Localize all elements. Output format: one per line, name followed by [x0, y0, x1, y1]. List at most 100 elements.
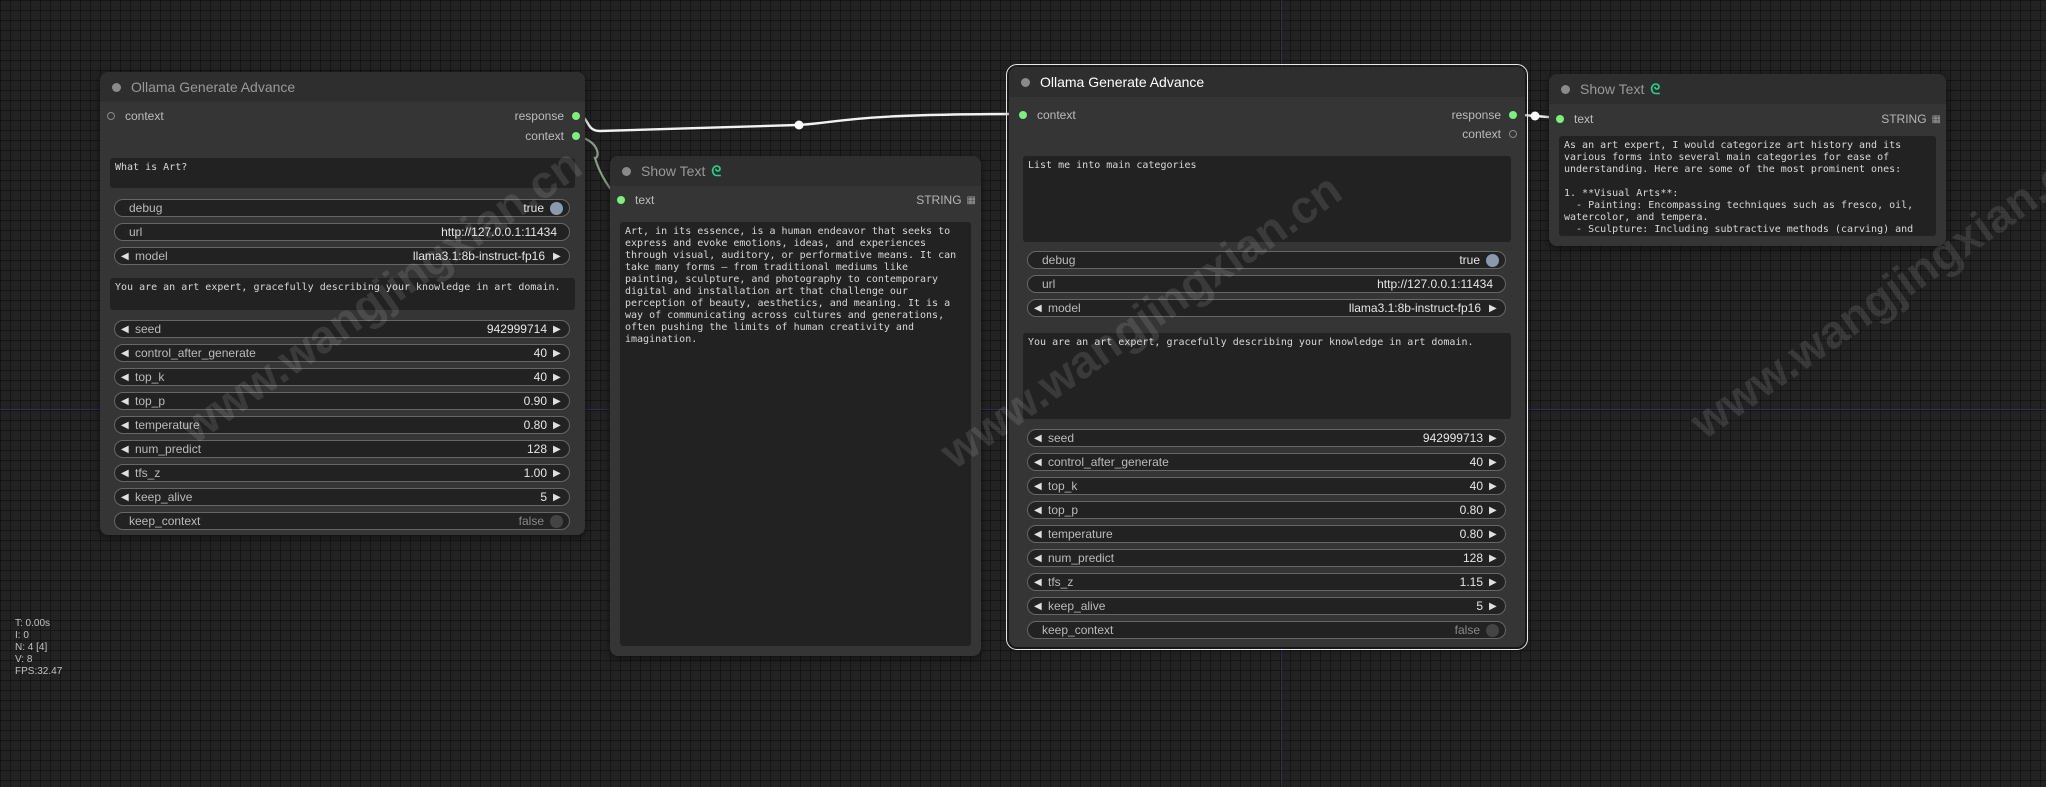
widget-value: 942999714	[486, 322, 547, 336]
arrow-right-icon[interactable]: ▶	[1489, 481, 1499, 492]
slot-dot-icon[interactable]	[572, 112, 580, 120]
output-context-slot[interactable]: context	[1462, 126, 1517, 142]
seed-widget[interactable]: ◀ seed 942999714 ▶	[114, 320, 570, 338]
collapse-dot-icon[interactable]	[112, 82, 121, 92]
arrow-left-icon[interactable]: ◀	[1034, 601, 1044, 612]
top-p-widget[interactable]: ◀ top_p 0.90 ▶	[114, 392, 570, 410]
arrow-right-icon[interactable]: ▶	[1489, 601, 1499, 612]
slot-dot-icon[interactable]	[617, 196, 625, 204]
output-textarea[interactable]: As an art expert, I would categorize art…	[1559, 136, 1936, 236]
output-string-slot[interactable]: STRING ▦	[916, 192, 976, 208]
keep-context-toggle[interactable]: keep_context false	[1027, 621, 1506, 639]
num-predict-widget[interactable]: ◀ num_predict 128 ▶	[114, 440, 570, 458]
keep-alive-widget[interactable]: ◀ keep_alive 5 ▶	[114, 488, 570, 506]
keep-context-toggle[interactable]: keep_context false	[114, 512, 570, 530]
url-field[interactable]: url http://127.0.0.1:11434	[114, 223, 570, 241]
arrow-left-icon[interactable]: ◀	[121, 372, 131, 383]
arrow-left-icon[interactable]: ◀	[121, 420, 131, 431]
slot-dot-icon[interactable]	[1556, 115, 1564, 123]
widget-label: num_predict	[1048, 551, 1115, 565]
output-textarea[interactable]: Art, in its essence, is a human endeavor…	[620, 222, 971, 646]
arrow-left-icon[interactable]: ◀	[121, 444, 131, 455]
top-k-widget[interactable]: ◀ top_k 40 ▶	[114, 368, 570, 386]
output-response-slot[interactable]: response	[1452, 107, 1517, 123]
arrow-left-icon[interactable]: ◀	[121, 468, 131, 479]
prompt-textarea[interactable]: List me into main categories	[1023, 156, 1511, 242]
widget-label: num_predict	[135, 442, 202, 456]
node-title-bar[interactable]: Show Text ᘓ	[1549, 74, 1946, 104]
arrow-right-icon[interactable]: ▶	[1489, 457, 1499, 468]
output-context-slot[interactable]: context	[525, 128, 580, 144]
arrow-left-icon[interactable]: ◀	[1034, 457, 1044, 468]
seed-widget[interactable]: ◀ seed 942999713 ▶	[1027, 429, 1506, 447]
arrow-left-icon[interactable]: ◀	[1034, 529, 1044, 540]
show-text-node-2[interactable]: Show Text ᘓ text STRING ▦ As an art exper…	[1549, 74, 1946, 246]
url-field[interactable]: url http://127.0.0.1:11434	[1027, 275, 1506, 293]
model-combo[interactable]: ◀ model llama3.1:8b-instruct-fp16 ▶	[1027, 299, 1506, 317]
arrow-right-icon[interactable]: ▶	[553, 372, 563, 383]
show-text-node-1[interactable]: Show Text ᘓ text STRING ▦ Art, in its ess…	[610, 156, 981, 656]
arrow-right-icon[interactable]: ▶	[553, 396, 563, 407]
input-text-slot[interactable]: text	[617, 192, 654, 208]
output-response-slot[interactable]: response	[515, 108, 580, 124]
control-after-generate-widget[interactable]: ◀ control_after_generate 40 ▶	[114, 344, 570, 362]
arrow-left-icon[interactable]: ◀	[1034, 577, 1044, 588]
ollama-generate-node-2[interactable]: Ollama Generate Advance context response…	[1006, 64, 1528, 650]
slot-dot-icon[interactable]	[1509, 130, 1517, 138]
collapse-dot-icon[interactable]	[622, 166, 631, 176]
input-text-slot[interactable]: text	[1556, 111, 1593, 127]
keep-alive-widget[interactable]: ◀ keep_alive 5 ▶	[1027, 597, 1506, 615]
arrow-right-icon[interactable]: ▶	[1489, 553, 1499, 564]
node-title-bar[interactable]: Ollama Generate Advance	[100, 72, 585, 102]
arrow-right-icon[interactable]: ▶	[553, 444, 563, 455]
arrow-left-icon[interactable]: ◀	[1034, 481, 1044, 492]
debug-toggle[interactable]: debug true	[1027, 251, 1506, 269]
output-string-slot[interactable]: STRING ▦	[1881, 111, 1941, 127]
arrow-right-icon[interactable]: ▶	[553, 492, 563, 503]
control-after-generate-widget[interactable]: ◀ control_after_generate 40 ▶	[1027, 453, 1506, 471]
arrow-right-icon[interactable]: ▶	[1489, 505, 1499, 516]
input-context-slot[interactable]: context	[107, 108, 164, 124]
system-textarea[interactable]: You are an art expert, gracefully descri…	[1023, 333, 1511, 419]
arrow-left-icon[interactable]: ◀	[1034, 505, 1044, 516]
system-textarea[interactable]: You are an art expert, gracefully descri…	[110, 278, 575, 310]
arrow-right-icon[interactable]: ▶	[553, 468, 563, 479]
node-title-bar[interactable]: Show Text ᘓ	[610, 156, 981, 186]
arrow-right-icon[interactable]: ▶	[553, 420, 563, 431]
arrow-right-icon[interactable]: ▶	[553, 348, 563, 359]
tfs-z-widget[interactable]: ◀ tfs_z 1.00 ▶	[114, 464, 570, 482]
arrow-left-icon[interactable]: ◀	[121, 348, 131, 359]
widget-value: false	[518, 514, 544, 528]
slot-dot-icon[interactable]	[572, 132, 580, 140]
prompt-textarea[interactable]: What is Art?	[110, 158, 575, 188]
arrow-left-icon[interactable]: ◀	[121, 251, 131, 262]
top-k-widget[interactable]: ◀ top_k 40 ▶	[1027, 477, 1506, 495]
collapse-dot-icon[interactable]	[1561, 84, 1570, 94]
arrow-left-icon[interactable]: ◀	[1034, 303, 1044, 314]
temperature-widget[interactable]: ◀ temperature 0.80 ▶	[114, 416, 570, 434]
top-p-widget[interactable]: ◀ top_p 0.80 ▶	[1027, 501, 1506, 519]
arrow-left-icon[interactable]: ◀	[121, 396, 131, 407]
temperature-widget[interactable]: ◀ temperature 0.80 ▶	[1027, 525, 1506, 543]
collapse-dot-icon[interactable]	[1021, 77, 1030, 87]
arrow-right-icon[interactable]: ▶	[1489, 303, 1499, 314]
tfs-z-widget[interactable]: ◀ tfs_z 1.15 ▶	[1027, 573, 1506, 591]
arrow-left-icon[interactable]: ◀	[121, 492, 131, 503]
ollama-generate-node-1[interactable]: Ollama Generate Advance context response…	[100, 72, 585, 535]
slot-dot-icon[interactable]	[1509, 111, 1517, 119]
model-combo[interactable]: ◀ model llama3.1:8b-instruct-fp16 ▶	[114, 247, 570, 265]
slot-dot-icon[interactable]	[107, 112, 115, 120]
arrow-left-icon[interactable]: ◀	[1034, 433, 1044, 444]
node-title-bar[interactable]: Ollama Generate Advance	[1009, 67, 1525, 97]
num-predict-widget[interactable]: ◀ num_predict 128 ▶	[1027, 549, 1506, 567]
arrow-right-icon[interactable]: ▶	[1489, 529, 1499, 540]
arrow-right-icon[interactable]: ▶	[553, 324, 563, 335]
arrow-left-icon[interactable]: ◀	[1034, 553, 1044, 564]
input-context-slot[interactable]: context	[1019, 107, 1076, 123]
arrow-right-icon[interactable]: ▶	[1489, 433, 1499, 444]
arrow-right-icon[interactable]: ▶	[553, 251, 563, 262]
arrow-left-icon[interactable]: ◀	[121, 324, 131, 335]
debug-toggle[interactable]: debug true	[114, 199, 570, 217]
arrow-right-icon[interactable]: ▶	[1489, 577, 1499, 588]
slot-dot-icon[interactable]	[1019, 111, 1027, 119]
